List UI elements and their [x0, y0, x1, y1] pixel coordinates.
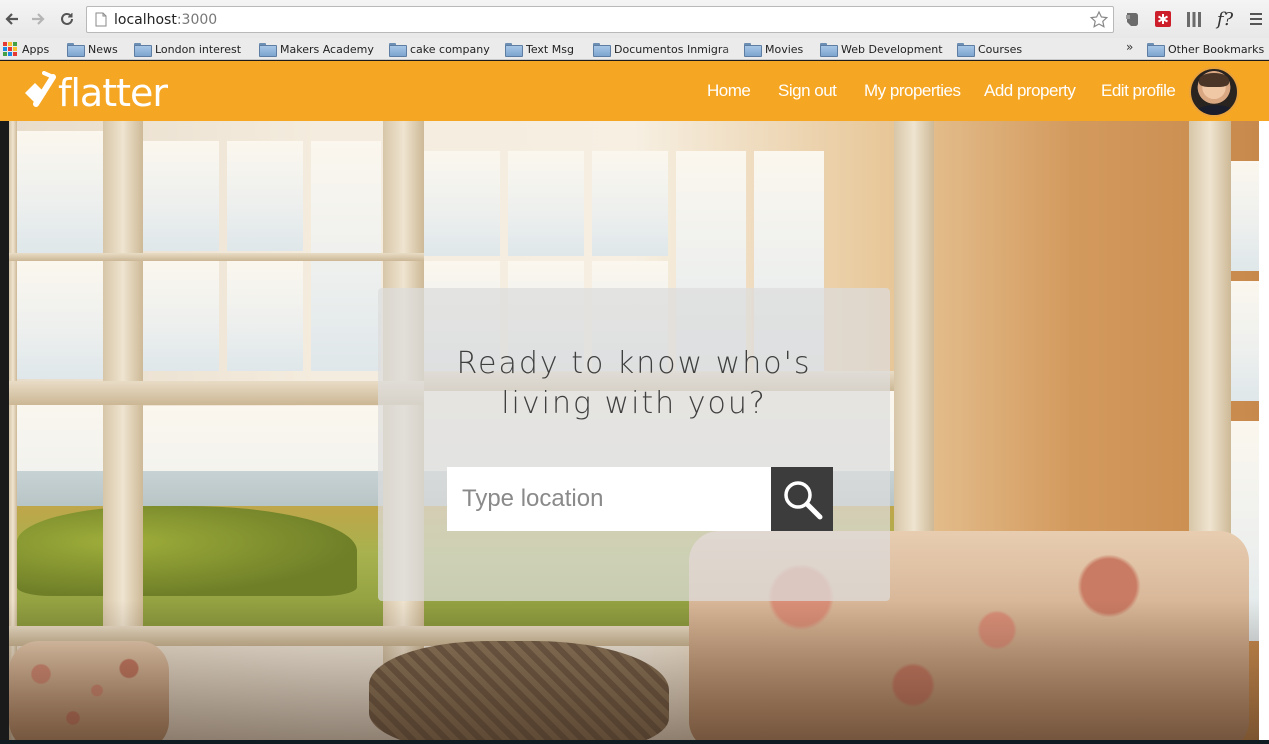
bottom-strip	[0, 740, 1269, 744]
bookmark-label: Makers Academy	[280, 42, 374, 56]
folder-icon	[593, 43, 611, 57]
page-icon	[95, 12, 107, 27]
bookmark-makers-academy[interactable]: Makers Academy	[259, 40, 374, 58]
lastpass-icon[interactable]	[1153, 9, 1173, 29]
logo-text: flatter	[58, 71, 168, 115]
browser-toolbar: localhost:3000 f?	[0, 0, 1269, 38]
nav-home[interactable]: Home	[707, 81, 751, 101]
address-bar[interactable]: localhost:3000	[86, 6, 1114, 33]
bookmark-web-development[interactable]: Web Development	[820, 40, 943, 58]
search-button[interactable]	[771, 467, 833, 531]
bookmark-label: Web Development	[841, 42, 943, 56]
bookmark-london-interest[interactable]: London interest	[134, 40, 241, 58]
search-card: Ready to know who's living with you?	[378, 288, 890, 601]
bookmark-text-msg[interactable]: Text Msg	[505, 40, 574, 58]
bookmark-documentos[interactable]: Documentos Inmigra	[593, 40, 748, 58]
evernote-icon[interactable]	[1122, 9, 1142, 29]
bookmark-label: Other Bookmarks	[1168, 42, 1265, 56]
bookmark-label: cake company	[410, 42, 490, 56]
location-search-input[interactable]	[447, 467, 771, 531]
folder-icon	[957, 43, 975, 57]
folder-icon	[67, 43, 85, 57]
bookmark-movies[interactable]: Movies	[744, 40, 803, 58]
bookmark-news[interactable]: News	[67, 40, 118, 58]
folder-icon	[744, 43, 762, 57]
forward-icon[interactable]	[28, 9, 48, 29]
folder-icon	[820, 43, 838, 57]
readability-icon[interactable]	[1184, 9, 1204, 29]
url-text: localhost:3000	[114, 11, 218, 28]
bookmark-apps[interactable]: Apps	[3, 40, 49, 58]
menu-icon[interactable]	[1247, 9, 1265, 29]
bookmark-label: Text Msg	[526, 42, 574, 56]
bookmark-label: Courses	[978, 42, 1023, 56]
bookmark-label: News	[88, 42, 118, 56]
folder-icon	[259, 43, 277, 57]
bookmarks-bar: Apps News London interest Makers Academy…	[0, 38, 1269, 60]
app-navbar: flatter Home Sign out My properties Add …	[0, 61, 1269, 121]
user-avatar[interactable]	[1189, 67, 1239, 117]
hero-background: Ready to know who's living with you?	[9, 121, 1259, 740]
nav-add-property[interactable]: Add property	[984, 81, 1076, 101]
hero-headline: Ready to know who's living with you?	[456, 346, 812, 421]
bookmark-other-bookmarks[interactable]: Other Bookmarks	[1147, 40, 1264, 58]
back-icon[interactable]	[2, 9, 22, 29]
folder-icon	[1147, 43, 1165, 57]
bookmark-label: Apps	[22, 42, 50, 56]
folder-icon	[389, 43, 407, 57]
folder-icon	[505, 43, 523, 57]
bookmarks-overflow-chevron[interactable]: »	[1126, 40, 1133, 54]
bookmark-label: Movies	[765, 42, 804, 56]
flatter-logo[interactable]: flatter	[22, 66, 168, 116]
bookmark-label: Documentos Inmigra	[614, 42, 730, 56]
reload-icon[interactable]	[57, 9, 77, 29]
bookmark-courses[interactable]: Courses	[957, 40, 1022, 58]
logo-check-icon	[25, 71, 56, 107]
bookmark-label: London interest	[155, 42, 242, 56]
nav-my-properties[interactable]: My properties	[864, 81, 961, 101]
bookmark-cake-company[interactable]: cake company	[389, 40, 490, 58]
folder-icon	[134, 43, 152, 57]
bookmark-star-icon[interactable]	[1089, 10, 1109, 30]
page-edge	[1259, 121, 1269, 740]
font-helper-icon[interactable]: f?	[1212, 9, 1238, 30]
nav-edit-profile[interactable]: Edit profile	[1101, 81, 1176, 101]
nav-sign-out[interactable]: Sign out	[778, 81, 837, 101]
magnifier-icon	[784, 481, 823, 520]
apps-grid-icon	[3, 42, 17, 56]
